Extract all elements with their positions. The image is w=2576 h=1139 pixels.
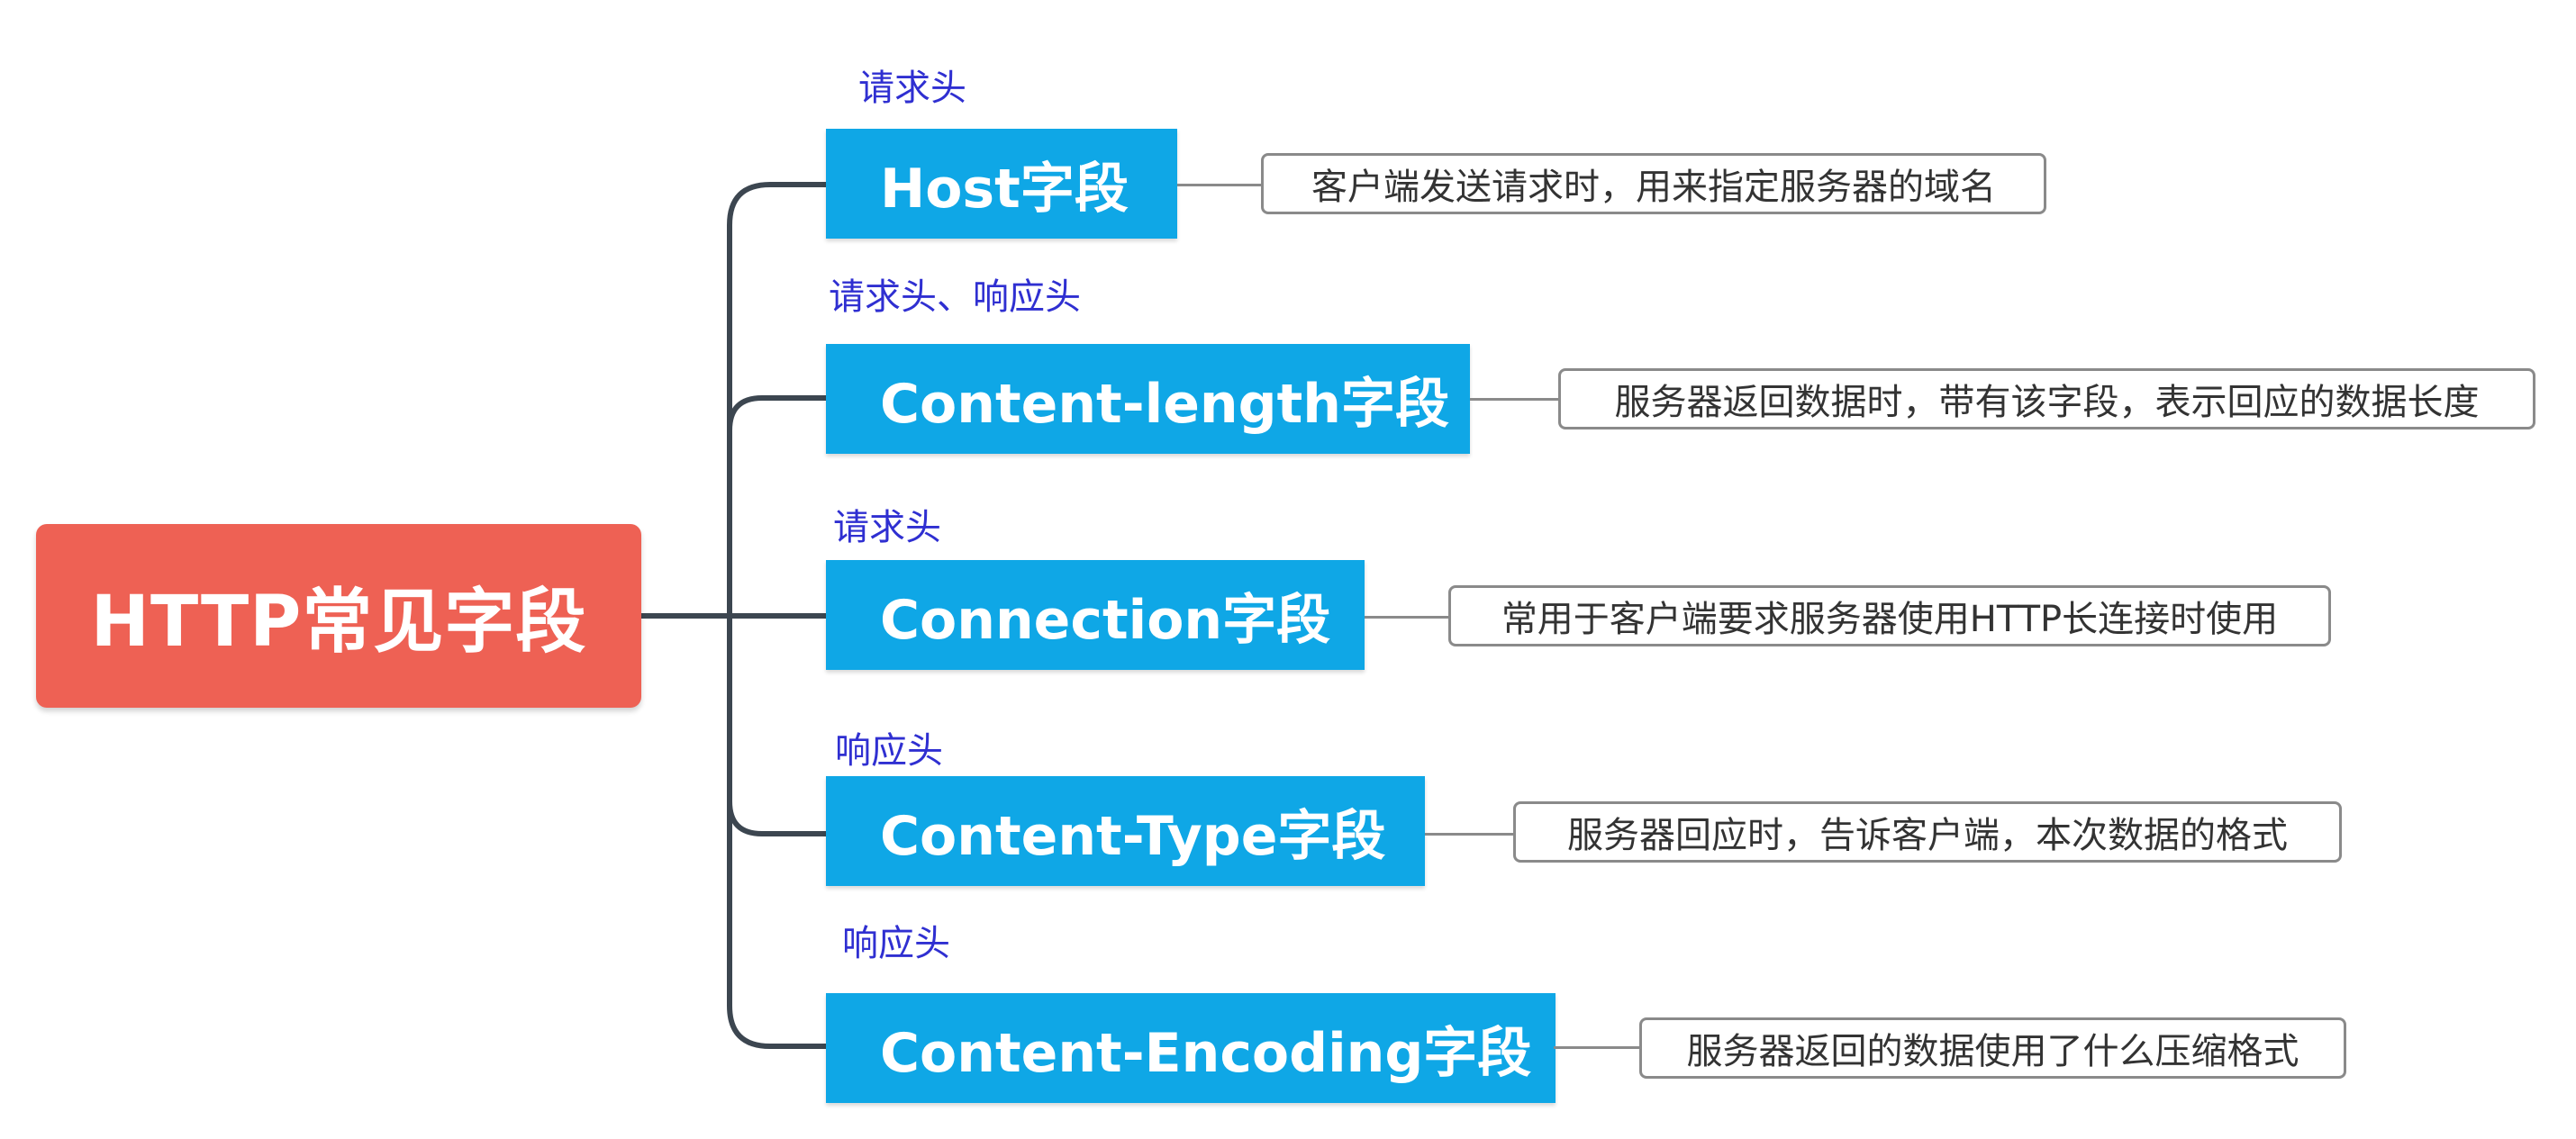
branch-note-host: 请求头 <box>858 68 966 109</box>
desc-box-host: 客户端发送请求时，用来指定服务器的域名 <box>1261 153 2046 214</box>
desc-box-content-encoding: 服务器返回的数据使用了什么压缩格式 <box>1639 1017 2346 1079</box>
connector-content-length <box>1470 398 1560 401</box>
root-node-http-fields: HTTP常见字段 <box>36 524 641 708</box>
desc-box-content-length: 服务器返回数据时，带有该字段，表示回应的数据长度 <box>1558 368 2535 429</box>
branch-note-connection: 请求头 <box>833 507 941 548</box>
connector-host <box>1177 184 1263 186</box>
branch-line-2 <box>727 395 826 431</box>
branch-node-content-length: Content-length字段 <box>826 344 1470 454</box>
branch-note-content-type: 响应头 <box>835 730 943 772</box>
branch-node-connection: Connection字段 <box>826 560 1365 670</box>
branch-node-host: Host字段 <box>826 129 1177 239</box>
branch-node-content-type: Content-Type字段 <box>826 776 1425 886</box>
connector-content-encoding <box>1554 1046 1641 1049</box>
branch-note-content-encoding: 响应头 <box>842 923 950 964</box>
desc-box-content-type: 服务器回应时，告诉客户端，本次数据的格式 <box>1513 801 2342 863</box>
branch-line-4 <box>727 800 826 836</box>
branch-note-content-length: 请求头、响应头 <box>829 276 1081 318</box>
branch-node-content-encoding: Content-Encoding字段 <box>826 993 1556 1103</box>
connector-content-type <box>1425 833 1515 836</box>
connector-connection <box>1365 616 1450 619</box>
mind-map: HTTP常见字段 请求头 Host字段 客户端发送请求时，用来指定服务器的域名 … <box>0 0 2576 1139</box>
desc-box-connection: 常用于客户端要求服务器使用HTTP长连接时使用 <box>1448 585 2331 646</box>
